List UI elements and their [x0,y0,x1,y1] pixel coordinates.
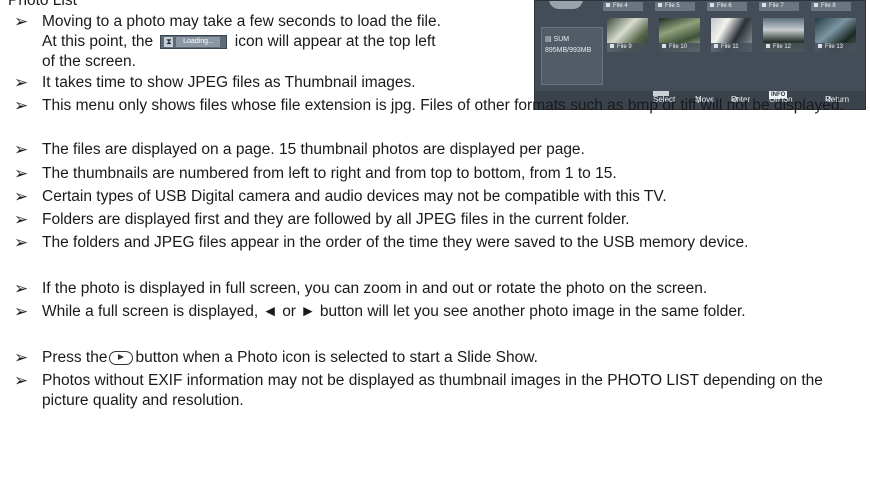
file-label: File 5 [665,3,680,9]
note-text: If the photo is displayed in full screen… [42,280,708,297]
file-label: File 10 [669,44,688,50]
note-text: Moving to a photo may take a few seconds… [42,13,441,30]
arrow-bullet-icon: ➢ [14,233,29,253]
note-item: ➢ Folders are displayed first and they a… [14,210,864,230]
photo-thumbnail[interactable]: File 9 [607,18,648,52]
arrow-bullet-icon: ➢ [14,164,29,184]
file-label: File 4 [613,3,628,9]
note-text: At this point, the ⧗ Loading... icon wil… [42,33,436,50]
note-text: The thumbnails are numbered from left to… [42,165,617,182]
menu-knob-icon [549,1,583,9]
file-label: File 6 [717,3,732,9]
note-item: ➢ Moving to a photo may take a few secon… [14,12,534,72]
note-text: Certain types of USB Digital camera and … [42,188,667,205]
note-item: ➢ The folders and JPEG files appear in t… [14,233,864,253]
note-item: ➢ It takes time to show JPEG files as Th… [14,73,864,93]
note-item: ➢ While a full screen is displayed, ◄ or… [14,302,864,322]
photo-thumbnail[interactable]: File 12 [763,18,804,52]
note-item: ➢ Press the button when a Photo icon is s… [14,348,864,368]
loading-label: Loading... [176,36,221,47]
note-text: The files are displayed on a page. 15 th… [42,141,585,158]
play-button-icon [109,350,134,365]
device-name: ▤ SUM [545,36,570,43]
note-item: ➢ Photos without EXIF information may no… [14,371,864,411]
note-item: ➢ This menu only shows files whose file … [14,96,864,116]
arrow-bullet-icon: ➢ [14,371,29,391]
note-item: ➢ The thumbnails are numbered from left … [14,164,864,184]
arrow-bullet-icon: ➢ [14,210,29,230]
arrow-bullet-icon: ➢ [14,12,29,32]
note-text: Press the button when a Photo icon is sel… [42,349,538,366]
file-label: File 11 [721,44,739,50]
note-text: The folders and JPEG files appear in the… [42,234,749,251]
file-label: File 13 [825,44,844,50]
file-label: File 8 [821,3,836,9]
arrow-bullet-icon: ➢ [14,96,29,116]
file-label: File 7 [769,3,784,9]
device-capacity: 895MB/993MB [545,47,592,54]
hourglass-icon: ⧗ [164,36,174,47]
file-label: File 12 [773,44,792,50]
photo-thumbnail[interactable]: File 11 [711,18,752,52]
note-text: This menu only shows files whose file ex… [42,97,844,114]
arrow-bullet-icon: ➢ [14,73,29,93]
arrow-bullet-icon: ➢ [14,140,29,160]
file-label: File 9 [617,44,632,50]
arrow-bullet-icon: ➢ [14,187,29,207]
note-text: While a full screen is displayed, ◄ or ►… [42,303,746,320]
arrow-bullet-icon: ➢ [14,279,29,299]
note-item: ➢ Certain types of USB Digital camera an… [14,187,864,207]
note-text: Photos without EXIF information may not … [42,372,823,409]
arrow-bullet-icon: ➢ [14,302,29,322]
arrow-bullet-icon: ➢ [14,348,29,368]
note-text: Folders are displayed first and they are… [42,211,630,228]
note-item: ➢ The files are displayed on a page. 15 … [14,140,864,160]
note-text: of the screen. [42,53,136,70]
note-text: It takes time to show JPEG files as Thum… [42,74,416,91]
loading-icon: ⧗ Loading... [160,34,228,49]
section-heading: Photo List [8,0,77,9]
photo-list-screenshot: File 4 File 5 File 6 File 7 File 8 ▤ SUM… [534,0,866,110]
note-item: ➢ If the photo is displayed in full scre… [14,279,864,299]
photo-thumbnail[interactable]: File 10 [659,18,700,52]
photo-thumbnail[interactable]: File 13 [815,18,856,52]
